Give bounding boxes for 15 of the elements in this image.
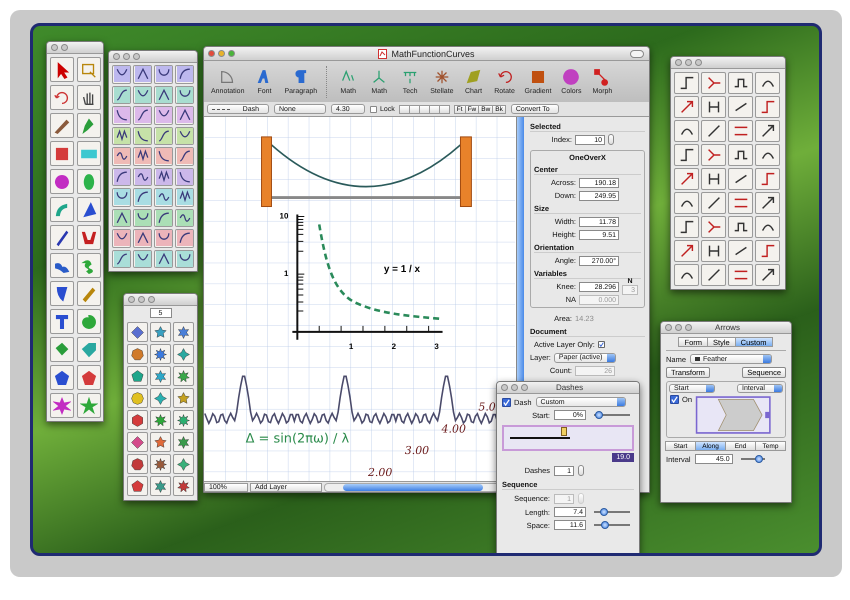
dimension-label: 5.0 [478, 400, 496, 414]
dimension-label: 2.00 [368, 466, 392, 480]
drawing-canvas[interactable]: 10 1 1 2 3 y = 1 / x Δ = sin(2πω) / λ 5.0 4.00 3.00 2.00 [204, 117, 516, 482]
panel-title: Dashes [554, 383, 584, 392]
equation-label: y = 1 / x [384, 264, 420, 276]
axis-label: 1 [284, 269, 288, 278]
panel-title: Arrows [714, 323, 741, 332]
axis-label: 1 [348, 342, 354, 351]
formula-label: Δ = sin(2πω) / λ [246, 431, 350, 446]
axis-label: 3 [434, 342, 439, 351]
axis-label: 2 [392, 342, 396, 351]
dimension-label: 3.00 [404, 444, 430, 458]
dimension-label: 4.00 [442, 422, 466, 436]
window-title: MathFunctionCurves [391, 48, 475, 58]
axis-label: 10 [280, 211, 288, 220]
